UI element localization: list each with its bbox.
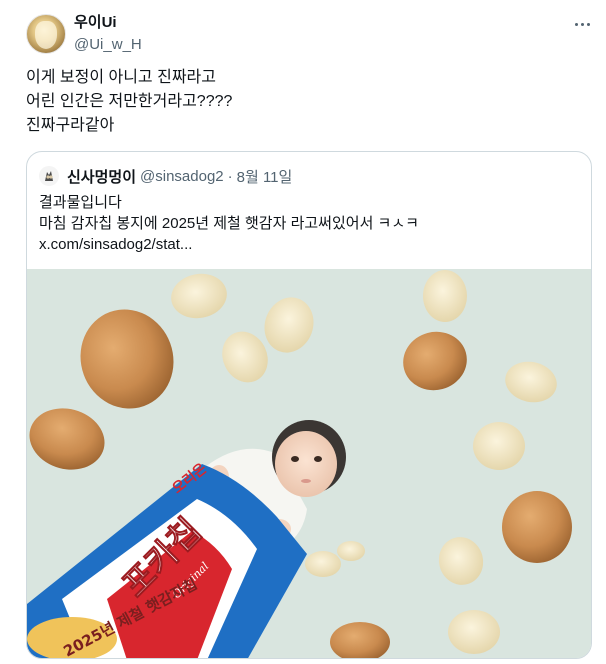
quoted-author-display-name[interactable]: 신사멍멍이 xyxy=(67,166,136,187)
quoted-tweet-date[interactable]: 8월 11일 xyxy=(237,166,293,187)
quoted-tweet-text: 결과물입니다 마침 감자칩 봉지에 2025년 제철 햇감자 라고써있어서 ㅋㅅ… xyxy=(39,192,419,255)
author-display-name[interactable]: 우이Ui xyxy=(74,13,142,33)
baby-potato-photo: 오리온 포카칩 Original 2025년 제철 햇감자칩 xyxy=(27,269,591,658)
author-handle[interactable]: @Ui_w_H xyxy=(74,35,142,55)
tweet: 우이Ui @Ui_w_H 이게 보정이 아니고 진짜라고 어린 인간은 저만한거… xyxy=(0,0,606,664)
quoted-text-line: 마침 감자칩 봉지에 2025년 제철 햇감자 라고써있어서 ㅋㅅㅋ xyxy=(39,215,419,232)
more-options-icon[interactable] xyxy=(568,14,596,34)
separator-dot: · xyxy=(227,167,233,185)
quoted-tweet-photo[interactable]: 오리온 포카칩 Original 2025년 제철 햇감자칩 xyxy=(27,269,591,658)
quoted-author-avatar[interactable] xyxy=(39,166,59,186)
tweet-text: 이게 보정이 아니고 진짜라고 어린 인간은 저만한거라고???? 진짜구라같아 xyxy=(26,66,232,138)
tweet-text-line: 이게 보정이 아니고 진짜라고 xyxy=(26,69,216,86)
quoted-tweet-link[interactable]: x.com/sinsadog2/stat... xyxy=(39,234,419,255)
quoted-tweet[interactable]: 신사멍멍이 @sinsadog2 · 8월 11일 결과물입니다 마침 감자칩 … xyxy=(26,151,592,659)
quoted-text-line: 결과물입니다 xyxy=(39,194,122,211)
author-avatar[interactable] xyxy=(26,14,66,54)
tweet-text-line: 진짜구라같아 xyxy=(26,117,115,134)
quoted-tweet-header: 신사멍멍이 @sinsadog2 · 8월 11일 xyxy=(39,166,292,186)
author-info: 우이Ui @Ui_w_H xyxy=(74,13,142,55)
tweet-text-line: 어린 인간은 저만한거라고???? xyxy=(26,93,233,110)
quoted-author-handle[interactable]: @sinsadog2 xyxy=(140,168,224,185)
